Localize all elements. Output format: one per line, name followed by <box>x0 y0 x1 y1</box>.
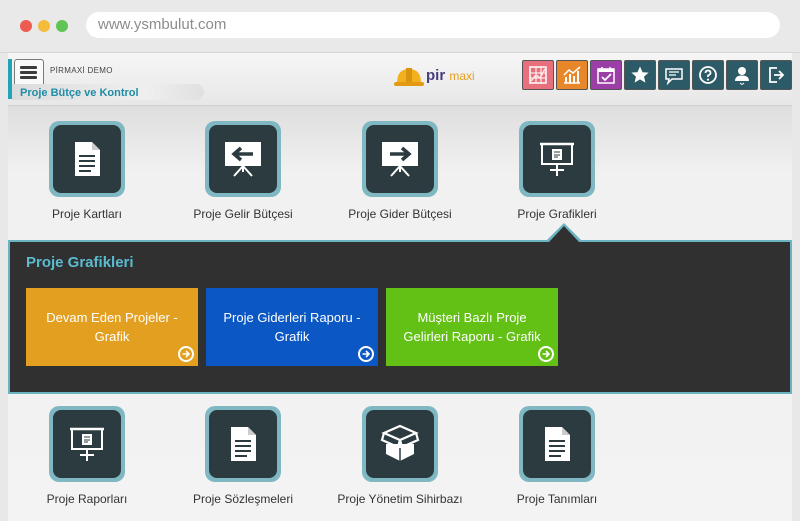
line-chart-icon <box>563 66 581 84</box>
tile-label: Proje Gelir Bütçesi <box>193 207 293 221</box>
tile-inner <box>209 125 277 193</box>
tile-proje-grafikleri[interactable]: Proje Grafikleri <box>482 121 632 221</box>
document-icon <box>75 142 100 176</box>
tile-icon-frame <box>519 406 595 482</box>
presentation-icon <box>70 427 104 461</box>
messages-button[interactable] <box>658 60 690 90</box>
tile-inner <box>366 410 434 478</box>
tile-icon-frame <box>49 406 125 482</box>
card-label: Müşteri Bazlı Proje Gelirleri Raporu - G… <box>403 310 541 344</box>
submenu-panel: Proje Grafikleri Devam Eden Projeler - G… <box>8 240 792 394</box>
help-icon <box>699 66 717 84</box>
logo-pir: pir <box>426 67 446 84</box>
card-musteri-bazli-proje-gelirleri[interactable]: Müşteri Bazlı Proje Gelirleri Raporu - G… <box>386 288 558 366</box>
board-arrow-right-icon <box>382 142 418 177</box>
tile-proje-sozlesmeleri[interactable]: Proje Sözleşmeleri <box>168 406 318 506</box>
help-button[interactable] <box>692 60 724 90</box>
tile-label: Proje Kartları <box>51 207 123 221</box>
arrow-right-circle-icon <box>178 346 194 362</box>
card-devam-eden-projeler[interactable]: Devam Eden Projeler - Grafik <box>26 288 198 366</box>
user-button[interactable] <box>726 60 758 90</box>
document-icon <box>545 427 570 461</box>
tile-icon-frame <box>205 406 281 482</box>
tile-label: Proje Gider Bütçesi <box>348 207 452 221</box>
tile-inner <box>366 125 434 193</box>
hardhat-icon <box>394 68 424 86</box>
tile-inner <box>209 410 277 478</box>
tile-label: Proje Raporları <box>46 492 128 506</box>
tile-proje-yonetim-sihirbazi[interactable]: Proje Yönetim Sihirbazı <box>325 406 475 506</box>
tile-icon-frame <box>362 121 438 197</box>
card-label: Proje Giderleri Raporu - Grafik <box>223 310 361 344</box>
close-window-dot[interactable] <box>20 20 32 32</box>
tile-proje-raporlari[interactable]: Proje Raporları <box>12 406 162 506</box>
chart-grid-icon <box>529 66 547 84</box>
tile-icon-frame <box>205 121 281 197</box>
panel-title: Proje Grafikleri <box>26 254 134 271</box>
panel-pointer-inner <box>549 226 579 242</box>
pirmaxi-logo: pir maxi <box>393 61 493 91</box>
tile-label: Proje Yönetim Sihirbazı <box>337 492 463 506</box>
module-title[interactable]: Proje Bütçe ve Kontrol <box>20 87 139 99</box>
app-window: PİRMAXİ DEMO Proje Bütçe ve Kontrol pir … <box>8 53 792 521</box>
hamburger-menu-button[interactable] <box>14 59 44 87</box>
arrow-right-circle-icon <box>538 346 554 362</box>
app-header: PİRMAXİ DEMO Proje Bütçe ve Kontrol pir … <box>8 53 792 106</box>
tile-proje-tanimlari[interactable]: Proje Tanımları <box>482 406 632 506</box>
arrow-right-circle-icon <box>358 346 374 362</box>
company-name: PİRMAXİ DEMO <box>50 66 113 75</box>
menu-bar-icon <box>20 66 37 69</box>
logo-text: pir maxi <box>426 67 475 84</box>
user-icon <box>735 67 749 85</box>
board-arrow-left-icon <box>225 142 261 177</box>
tile-icon-frame <box>362 406 438 482</box>
tile-inner <box>523 125 591 193</box>
minimize-window-dot[interactable] <box>38 20 50 32</box>
tile-icon-frame <box>519 121 595 197</box>
tile-label: Proje Grafikleri <box>517 207 597 221</box>
logout-button[interactable] <box>760 60 792 90</box>
tile-proje-kartlari[interactable]: Proje Kartları <box>12 121 162 221</box>
tile-icon-frame <box>49 121 125 197</box>
calendar-check-icon <box>597 67 615 84</box>
tile-inner <box>53 125 121 193</box>
tile-inner <box>53 410 121 478</box>
browser-bar: www.ysmbulut.com <box>0 0 800 53</box>
menu-bar-icon <box>20 76 37 79</box>
logo-maxi: maxi <box>449 69 475 83</box>
menu-bar-icon <box>20 71 37 74</box>
line-chart-button[interactable] <box>556 60 588 90</box>
card-label: Devam Eden Projeler - Grafik <box>46 310 178 344</box>
document-icon <box>231 427 256 461</box>
star-icon <box>631 66 649 83</box>
tile-inner <box>523 410 591 478</box>
tile-label: Proje Sözleşmeleri <box>192 492 294 506</box>
tile-proje-gelir-butcesi[interactable]: Proje Gelir Bütçesi <box>168 121 318 221</box>
open-box-icon <box>380 424 420 461</box>
logout-icon <box>769 67 785 83</box>
url-bar[interactable]: www.ysmbulut.com <box>86 12 780 38</box>
presentation-icon <box>540 142 574 176</box>
tile-label: Proje Tanımları <box>516 492 598 506</box>
maximize-window-dot[interactable] <box>56 20 68 32</box>
chart-grid-button[interactable] <box>522 60 554 90</box>
message-icon <box>665 68 683 85</box>
toolbar <box>522 60 792 94</box>
card-proje-giderleri-raporu[interactable]: Proje Giderleri Raporu - Grafik <box>206 288 378 366</box>
favorites-button[interactable] <box>624 60 656 90</box>
tile-proje-gider-butcesi[interactable]: Proje Gider Bütçesi <box>325 121 475 221</box>
calendar-button[interactable] <box>590 60 622 90</box>
